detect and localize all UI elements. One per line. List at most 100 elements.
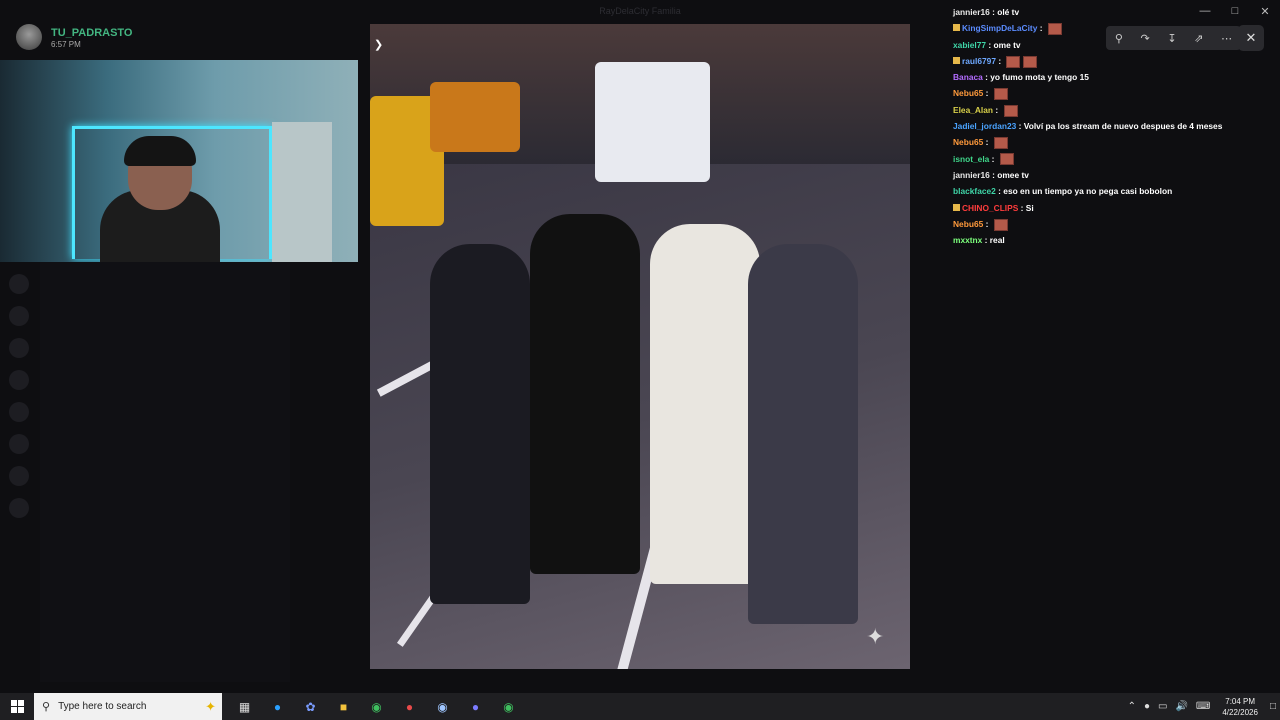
badge-icon	[953, 56, 960, 64]
chat-message: KingSimpDeLaCity :	[953, 20, 1253, 36]
chat-username[interactable]: KingSimpDeLaCity	[962, 23, 1037, 33]
chat-text: eso en un tiempo ya no pega casi bobolon	[1003, 186, 1173, 197]
taskbar-search[interactable]: ⚲ Type here to search ✦	[34, 693, 222, 720]
task-view-icon[interactable]: ▦	[228, 693, 261, 720]
chat-username[interactable]: jannier16	[953, 7, 990, 17]
separator: :	[1016, 121, 1024, 132]
server-icon[interactable]	[9, 402, 29, 422]
chat-overlay: jannier16 : olé tv KingSimpDeLaCity : xab…	[953, 4, 1253, 248]
group-photo	[430, 204, 870, 624]
streamer-name[interactable]: TU_PADRASTO	[51, 26, 133, 40]
close-window-icon[interactable]: ✕	[1250, 0, 1280, 22]
chat-message: CHINO_CLIPS : Si	[953, 200, 1253, 216]
chat-message: blackface2 : eso en un tiempo ya no pega…	[953, 183, 1253, 199]
chevron-left-icon[interactable]: ❯	[374, 38, 383, 51]
search-icon: ⚲	[42, 701, 51, 713]
network-icon[interactable]: ▭	[1158, 701, 1167, 712]
server-icon[interactable]	[9, 338, 29, 358]
separator: :	[1037, 23, 1045, 34]
avatar[interactable]	[16, 24, 42, 50]
separator: :	[983, 137, 991, 148]
chat-text: ome tv	[993, 39, 1021, 50]
steam-icon[interactable]: ◉	[426, 693, 459, 720]
separator: :	[989, 153, 997, 164]
person	[430, 244, 530, 604]
clock-time: 7:04 PM	[1225, 696, 1256, 706]
chat-username[interactable]: isnot_ela	[953, 154, 989, 164]
image-viewer[interactable]: ❯ ✦	[370, 24, 910, 669]
chat-text: olé tv	[997, 7, 1020, 17]
separator: :	[982, 235, 990, 246]
chat-username[interactable]: Elea_Alan	[953, 105, 993, 115]
webcam-feed	[0, 60, 358, 262]
pinned-apps: ▦ ● ✿ ■ ◉ ● ◉ ● ◉	[228, 693, 525, 720]
copilot-icon[interactable]: ✦	[205, 699, 216, 715]
chat-username[interactable]: jannier16	[953, 170, 990, 180]
chevron-up-icon[interactable]: ⌃	[1128, 701, 1136, 712]
volume-icon[interactable]: 🔊	[1175, 701, 1187, 712]
server-icon[interactable]	[9, 370, 29, 390]
chat-message: Nebu65 :	[953, 85, 1253, 101]
chrome-icon[interactable]: ◉	[360, 693, 393, 720]
taskbar: ⚲ Type here to search ✦ ▦ ● ✿ ■ ◉ ● ◉ ● …	[0, 693, 1280, 720]
door	[272, 122, 332, 262]
emote-icon	[999, 153, 1014, 166]
server-list	[0, 262, 38, 682]
chat-text: yo fumo mota y tengo 15	[990, 72, 1089, 83]
chat-message: Banaca : yo fumo mota y tengo 15	[953, 69, 1253, 85]
separator: :	[983, 218, 991, 229]
keyboard-icon[interactable]: ⌨	[1196, 701, 1210, 712]
emote-icon	[1003, 104, 1018, 117]
clock-date: 4/22/2026	[1222, 707, 1258, 717]
edge-icon[interactable]: ●	[261, 693, 294, 720]
chat-username[interactable]: Nebu65	[953, 219, 983, 229]
server-icon[interactable]	[9, 306, 29, 326]
person	[748, 244, 858, 624]
chat-text: Si	[1025, 202, 1034, 213]
discord-icon[interactable]: ●	[459, 693, 492, 720]
chat-username[interactable]: CHINO_CLIPS	[962, 203, 1018, 213]
start-button[interactable]	[0, 693, 34, 720]
server-icon[interactable]	[9, 498, 29, 518]
chat-text: omee tv	[997, 169, 1029, 180]
chat-message: jannier16 : omee tv	[953, 167, 1253, 183]
notifications-icon[interactable]: □	[1270, 701, 1276, 712]
emote-icon	[1023, 55, 1038, 68]
emote-icon	[993, 88, 1008, 101]
file-explorer-icon[interactable]: ■	[327, 693, 360, 720]
system-tray: ⌃ ● ▭ 🔊 ⌨ 7:04 PM 4/22/2026 □	[1124, 693, 1280, 720]
channel-list	[40, 262, 290, 682]
separator: :	[1018, 202, 1026, 213]
chat-message: Nebu65 :	[953, 134, 1253, 150]
chat-message: mxxtnx : real	[953, 232, 1253, 248]
chat-message: jannier16 : olé tv	[953, 4, 1253, 20]
chat-username[interactable]: Jadiel_jordan23	[953, 121, 1016, 131]
chat-username[interactable]: Nebu65	[953, 137, 983, 147]
chat-username[interactable]: xabiel77	[953, 40, 986, 50]
clock[interactable]: 7:04 PM 4/22/2026	[1222, 696, 1258, 718]
copilot-app-icon[interactable]: ✿	[294, 693, 327, 720]
chat-username[interactable]: Nebu65	[953, 88, 983, 98]
server-icon[interactable]	[9, 434, 29, 454]
chat-username[interactable]: Banaca	[953, 72, 983, 82]
chat-message: isnot_ela :	[953, 151, 1253, 167]
chat-text: Volví pa los stream de nuevo despues de …	[1023, 121, 1223, 132]
chat-username[interactable]: mxxtnx	[953, 235, 982, 245]
streamer-cap	[124, 136, 196, 166]
server-icon[interactable]	[9, 274, 29, 294]
chat-message: xabiel77 : ome tv	[953, 37, 1253, 53]
taxi	[430, 82, 520, 152]
separator: :	[993, 104, 1001, 115]
app-icon[interactable]: ●	[393, 693, 426, 720]
chat-message: Elea_Alan :	[953, 102, 1253, 118]
chat-username[interactable]: raul6797	[962, 56, 996, 66]
chat-username[interactable]: blackface2	[953, 186, 996, 196]
chat-message: Jadiel_jordan23 : Volví pa los stream de…	[953, 118, 1253, 134]
police-van	[595, 62, 710, 182]
chat-text: real	[989, 235, 1005, 246]
chrome-icon[interactable]: ◉	[492, 693, 525, 720]
streamer-profile[interactable]: TU_PADRASTO 6:57 PM	[16, 24, 133, 50]
window-title-bar: RayDelaCity Familia	[370, 0, 910, 22]
server-icon[interactable]	[9, 466, 29, 486]
microphone-icon[interactable]: ●	[1144, 701, 1150, 712]
